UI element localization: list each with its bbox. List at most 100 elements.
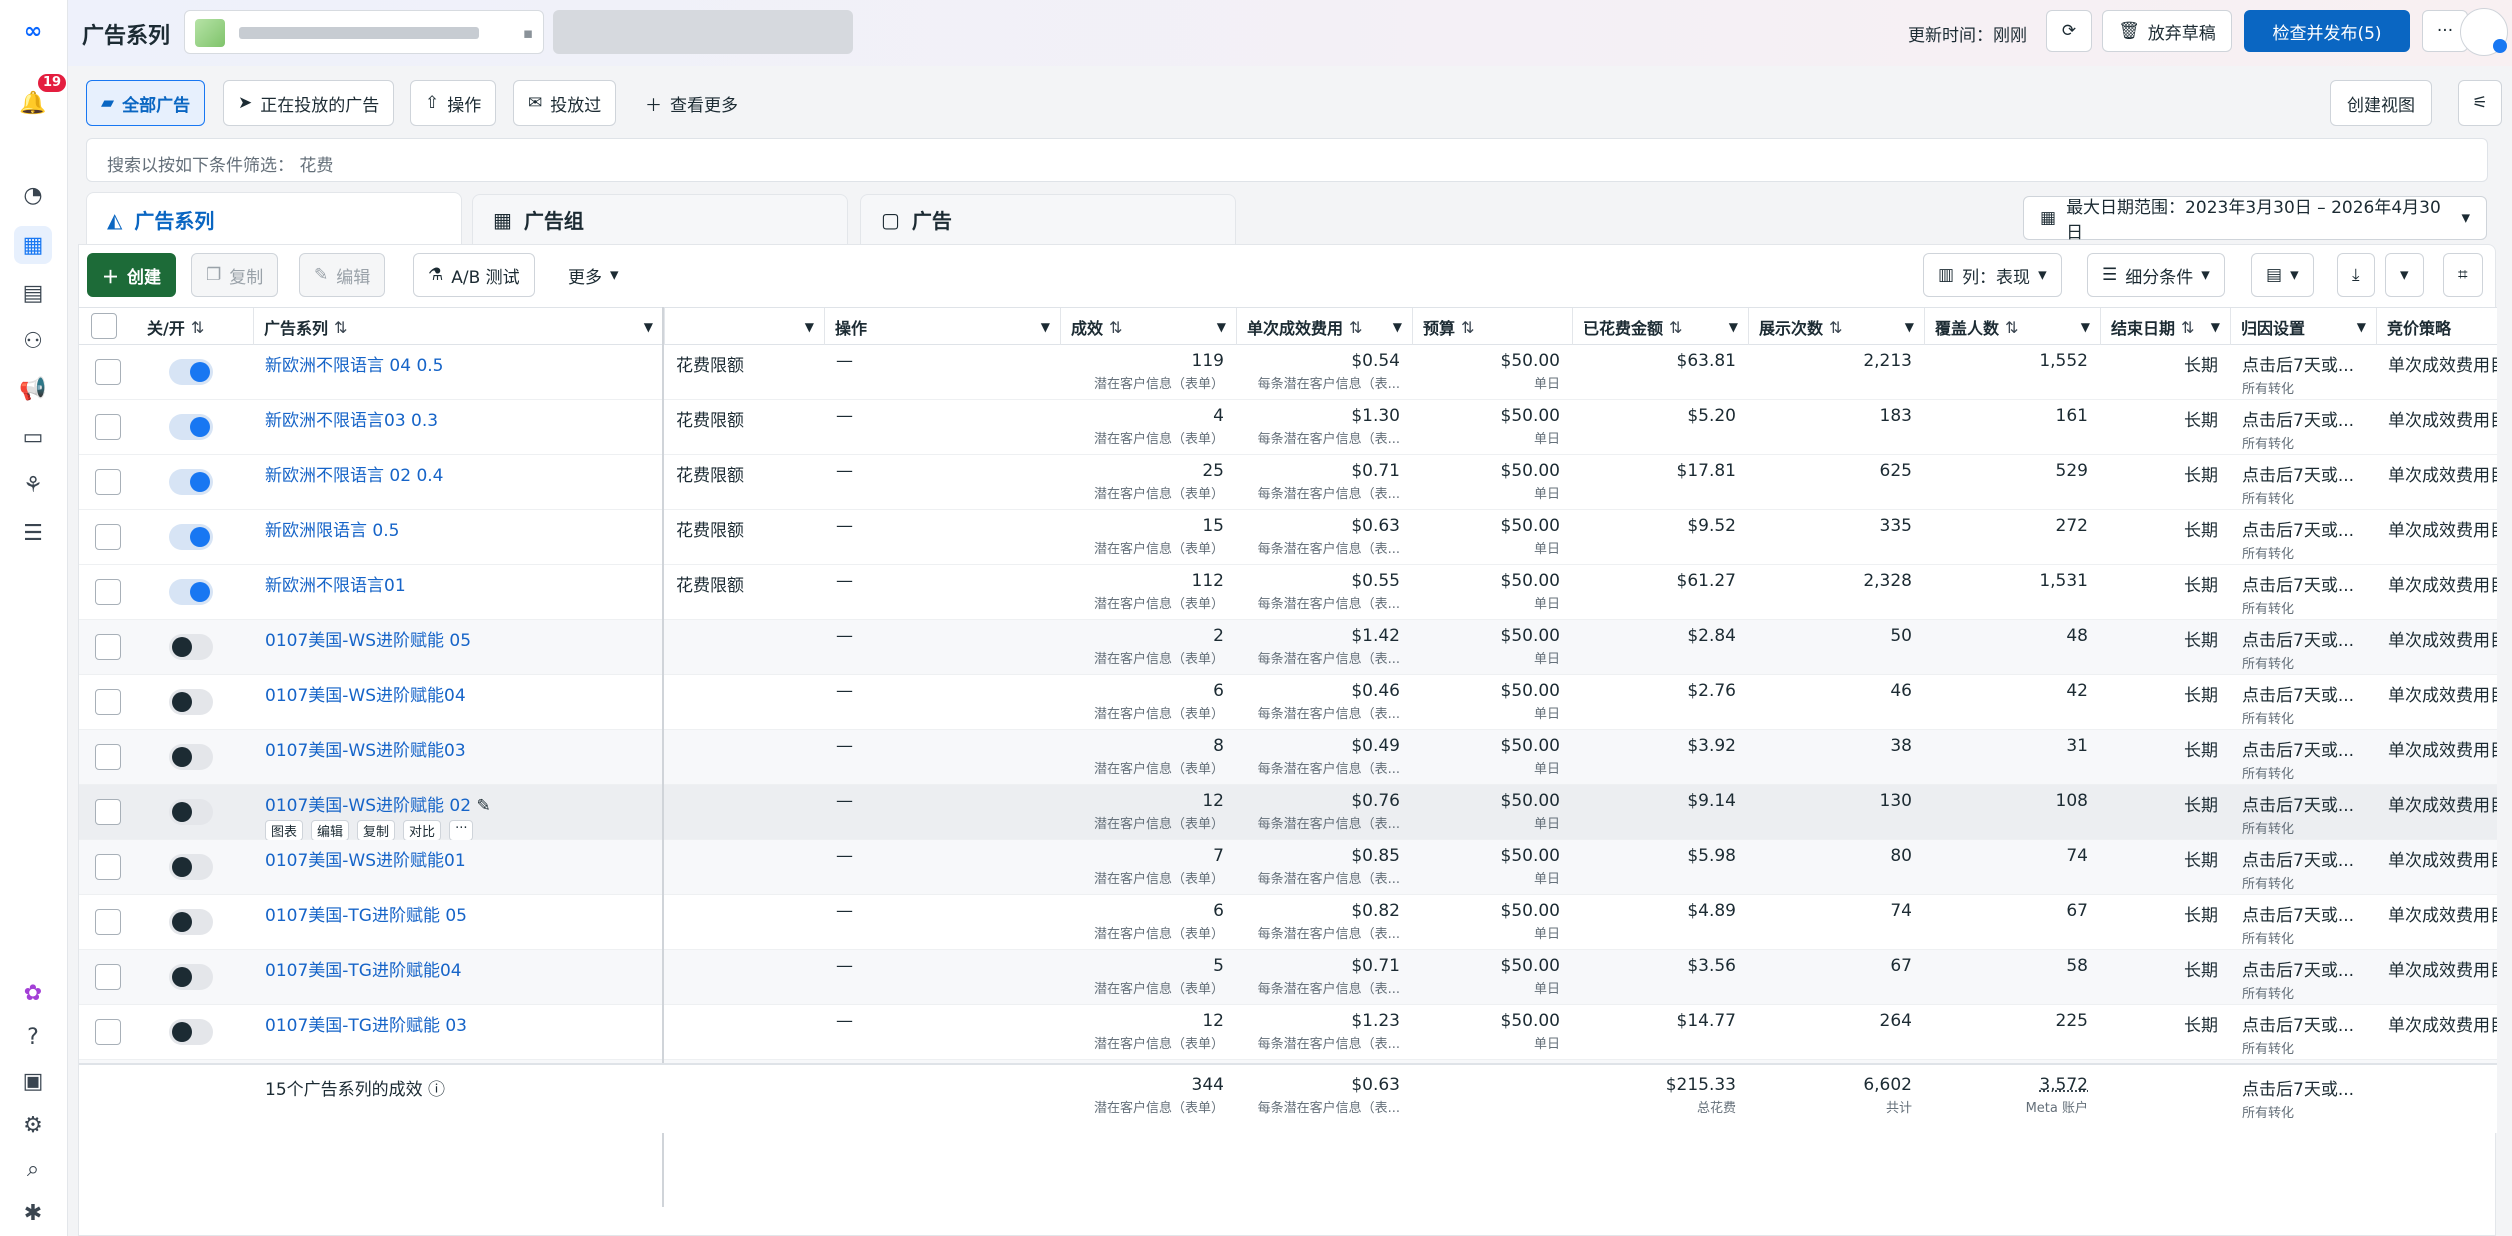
col-end-date[interactable]: 结束日期 ⇅ ▼ bbox=[2100, 308, 2230, 346]
create-view-button[interactable]: 创建视图 bbox=[2330, 80, 2432, 126]
onoff-toggle[interactable] bbox=[169, 909, 213, 935]
campaign-name-cell[interactable]: 0107美国-TG进阶赋能04 bbox=[253, 950, 653, 1005]
table-row[interactable]: 0107美国-WS进阶赋能03 — 8 潜在客户信息（表单） $0.49 每条潜在客户信息… bbox=[79, 730, 2497, 785]
budget-cell[interactable]: $50.00单日 bbox=[1412, 840, 1572, 895]
table-row[interactable]: 新欧洲不限语言 02 0.4 花费限额 — 25 潜在客户信息（表单） $0.71 每条潜在… bbox=[79, 455, 2497, 510]
review-publish-button[interactable]: 检查并发布(5) bbox=[2244, 10, 2410, 52]
row-checkbox[interactable] bbox=[95, 744, 121, 770]
filter-actions[interactable]: ⇧ 操作 bbox=[410, 80, 497, 126]
table-row[interactable]: 0107美国-WS进阶赋能 02 ✎ 图表 编辑 复制 对比 ··· — 12 潜在客户信息（表… bbox=[79, 785, 2497, 840]
row-checkbox[interactable] bbox=[95, 1019, 121, 1045]
table-row[interactable]: 新欧洲限语言 0.5 花费限额 — 15 潜在客户信息（表单） $0.63 每条潜在客户信息… bbox=[79, 510, 2497, 565]
col-attribution[interactable]: 归因设置 ▼ bbox=[2230, 308, 2376, 346]
ads-manager-table-icon[interactable]: ▦ bbox=[14, 226, 52, 264]
row-action-1[interactable]: 编辑 bbox=[311, 820, 350, 840]
onoff-toggle[interactable] bbox=[169, 359, 213, 385]
edit-button[interactable]: ✎ 编辑 bbox=[299, 253, 386, 297]
table-row[interactable]: 新欧洲不限语言03 0.3 花费限额 — 4 潜在客户信息（表单） $1.30 每条潜在客户… bbox=[79, 400, 2497, 455]
col-cost-per-result[interactable]: 单次成效费用 ⇅ ▼ bbox=[1236, 308, 1412, 346]
filter-delivered[interactable]: ✉ 投放过 bbox=[513, 80, 617, 126]
table-row[interactable]: 0107美国-WS进阶赋能 05 — 2 潜在客户信息（表单） $1.42 每条潜在客户信… bbox=[79, 620, 2497, 675]
budget-cell[interactable]: $50.00单日 bbox=[1412, 510, 1572, 565]
search-input[interactable]: 搜索以按如下条件筛选： 花费 bbox=[86, 138, 2488, 182]
table-row[interactable]: 0107美国-TG进阶赋能 03 — 12 潜在客户信息（表单） $1.23 每条潜在客户… bbox=[79, 1005, 2497, 1060]
tab-campaigns[interactable]: ◭ 广告系列 bbox=[86, 192, 462, 246]
row-checkbox[interactable] bbox=[95, 579, 121, 605]
onoff-toggle[interactable] bbox=[169, 744, 213, 770]
row-checkbox[interactable] bbox=[95, 359, 121, 385]
col-amount-spent[interactable]: 已花费金额 ⇅ ▼ bbox=[1572, 308, 1748, 346]
ai-assistant-icon[interactable]: ✿ bbox=[14, 974, 52, 1012]
charts-toggle-button[interactable]: ⌗ bbox=[2443, 253, 2483, 297]
filter-active-ads[interactable]: ➤ 正在投放的广告 bbox=[223, 80, 395, 126]
table-row[interactable]: 0107美国-TG进阶赋能 05 — 6 潜在客户信息（表单） $0.82 每条潜在客户信… bbox=[79, 895, 2497, 950]
breakdown-button[interactable]: ☰ 细分条件 ▾ bbox=[2087, 253, 2225, 297]
meta-logo-icon[interactable]: ∞ bbox=[14, 12, 52, 50]
copy-button[interactable]: ❐ 复制 bbox=[191, 253, 279, 297]
more-button[interactable]: 更多 ▾ bbox=[553, 253, 634, 297]
campaign-name-cell[interactable]: 0107美国-WS进阶赋能 05 bbox=[253, 620, 653, 675]
settings-gear-icon[interactable]: ⚙ bbox=[14, 1106, 52, 1144]
campaign-name-cell[interactable]: 0107美国-TG进阶赋能 05 bbox=[253, 895, 653, 950]
onoff-toggle[interactable] bbox=[169, 854, 213, 880]
tab-ad-sets[interactable]: ▦ 广告组 bbox=[472, 194, 848, 244]
budget-cell[interactable]: $50.00单日 bbox=[1412, 400, 1572, 455]
refresh-button[interactable]: ⟳ bbox=[2046, 10, 2092, 52]
row-checkbox[interactable] bbox=[95, 414, 121, 440]
create-button[interactable]: ＋创建 bbox=[87, 253, 176, 297]
table-row[interactable]: 0107美国-WS进阶赋能01 — 7 潜在客户信息（表单） $0.85 每条潜在客户信息… bbox=[79, 840, 2497, 895]
row-action-0[interactable]: 图表 bbox=[265, 820, 304, 840]
row-action-4[interactable]: ··· bbox=[449, 820, 474, 840]
account-selector[interactable]: ▪ bbox=[184, 10, 544, 54]
row-checkbox[interactable] bbox=[95, 469, 121, 495]
campaign-name-cell[interactable]: 0107美国-WS进阶赋能01 bbox=[253, 840, 653, 895]
row-checkbox[interactable] bbox=[95, 524, 121, 550]
bug-report-icon[interactable]: ✱ bbox=[14, 1194, 52, 1232]
campaign-name-cell[interactable]: 0107美国-WS进阶赋能03 bbox=[253, 730, 653, 785]
table-row[interactable]: 0107美国-WS进阶赋能04 — 6 潜在客户信息（表单） $0.46 每条潜在客户信息… bbox=[79, 675, 2497, 730]
view-settings-button[interactable]: ⚟ bbox=[2458, 80, 2502, 126]
budget-cell[interactable]: $50.00单日 bbox=[1412, 785, 1572, 840]
megaphone-icon[interactable]: 📢 bbox=[14, 370, 52, 408]
onoff-toggle[interactable] bbox=[169, 414, 213, 440]
row-checkbox[interactable] bbox=[95, 634, 121, 660]
budget-cell[interactable]: $50.00单日 bbox=[1412, 1005, 1572, 1060]
table-row[interactable]: 新欧洲不限语言01 花费限额 — 112 潜在客户信息（表单） $0.55 每条潜在客户信息… bbox=[79, 565, 2497, 620]
export-options-button[interactable]: ▾ bbox=[2385, 253, 2424, 297]
date-range-picker[interactable]: ▦ 最大日期范围：2023年3月30日 – 2026年4月30日 ▾ bbox=[2023, 196, 2487, 243]
campaign-name-cell[interactable]: 新欧洲限语言 0.5 bbox=[253, 510, 653, 565]
news-icon[interactable]: ▣ bbox=[14, 1062, 52, 1100]
campaign-name-cell[interactable]: 新欧洲不限语言 02 0.4 bbox=[253, 455, 653, 510]
onoff-toggle[interactable] bbox=[169, 799, 213, 825]
row-checkbox[interactable] bbox=[95, 799, 121, 825]
info-icon[interactable]: ⓘ bbox=[428, 1080, 445, 1100]
row-action-2[interactable]: 复制 bbox=[357, 820, 396, 840]
select-all-checkbox[interactable] bbox=[91, 313, 117, 339]
search-icon[interactable]: ⌕ bbox=[14, 1150, 52, 1188]
discard-draft-button[interactable]: 🗑 放弃草稿 bbox=[2102, 10, 2232, 52]
table-row[interactable]: 新欧洲不限语言 04 0.5 花费限额 — 119 潜在客户信息（表单） $0.54 每条潜… bbox=[79, 345, 2497, 400]
row-checkbox[interactable] bbox=[95, 964, 121, 990]
ab-test-button[interactable]: ⚗ A/B 测试 bbox=[413, 253, 535, 297]
budget-cell[interactable]: $50.00单日 bbox=[1412, 345, 1572, 400]
filter-see-more[interactable]: ＋查看更多 bbox=[630, 80, 753, 126]
events-manager-icon[interactable]: ⚘ bbox=[14, 466, 52, 504]
columns-button[interactable]: ▥ 列：表现 ▾ bbox=[1923, 253, 2062, 297]
campaign-name-cell[interactable]: 新欧洲不限语言03 0.3 bbox=[253, 400, 653, 455]
table-row[interactable]: 0107美国-TG进阶赋能04 — 5 潜在客户信息（表单） $0.71 每条潜在客户信息… bbox=[79, 950, 2497, 1005]
col-onoff[interactable]: 关/开 ⇅ bbox=[137, 308, 253, 346]
tab-ads[interactable]: ▢ 广告 bbox=[860, 194, 1236, 244]
onoff-toggle[interactable] bbox=[169, 469, 213, 495]
col-hidden[interactable]: ▼ bbox=[664, 308, 824, 346]
col-reach[interactable]: 覆盖人数 ⇅ ▼ bbox=[1924, 308, 2100, 346]
onoff-toggle[interactable] bbox=[169, 1019, 213, 1045]
billing-icon[interactable]: ▭ bbox=[14, 418, 52, 456]
export-button[interactable]: ⤓ bbox=[2337, 253, 2375, 297]
budget-cell[interactable]: $50.00单日 bbox=[1412, 730, 1572, 785]
filter-all-ads[interactable]: ▰ 全部广告 bbox=[86, 80, 206, 126]
onoff-toggle[interactable] bbox=[169, 964, 213, 990]
col-budget[interactable]: 预算 ⇅ bbox=[1412, 308, 1572, 346]
menu-icon[interactable]: ☰ bbox=[14, 514, 52, 552]
reports-icon[interactable]: ▤ bbox=[14, 274, 52, 312]
reports-dropdown-button[interactable]: ▤ ▾ bbox=[2251, 253, 2314, 297]
